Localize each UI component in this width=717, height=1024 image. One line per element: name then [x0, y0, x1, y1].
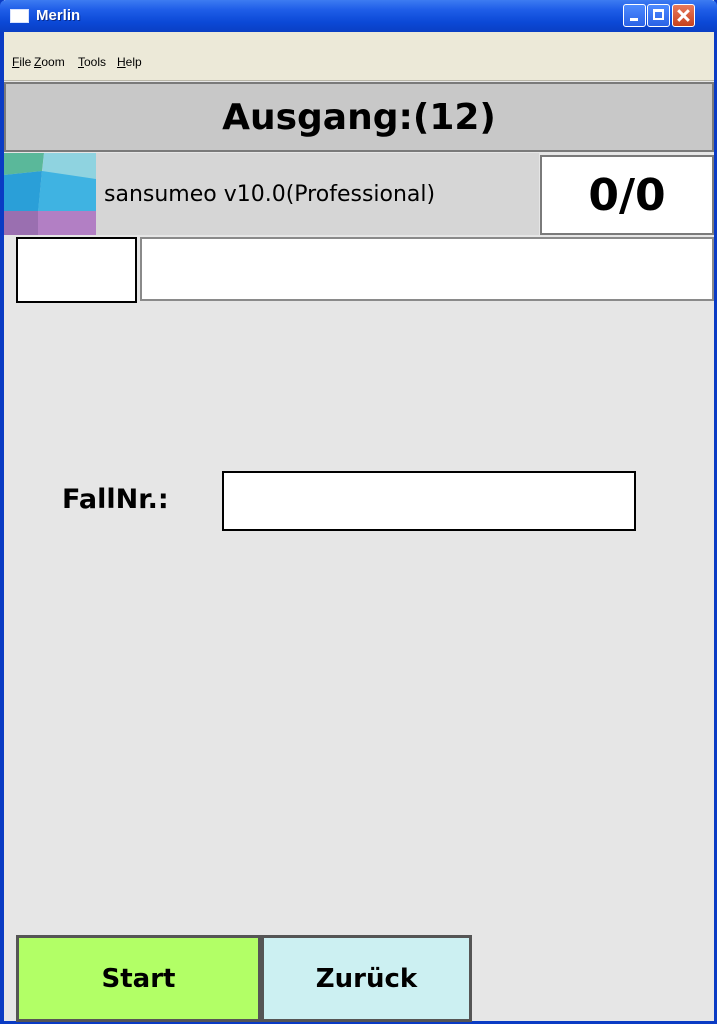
- counter-display: 0/0: [540, 155, 714, 235]
- minimize-button[interactable]: [623, 4, 646, 27]
- menu-file[interactable]: File: [12, 55, 31, 69]
- app-logo: [4, 153, 96, 235]
- window-icon: [10, 9, 29, 23]
- minimize-icon: [630, 18, 638, 21]
- menu-bar: File Zoom Tools Help: [4, 32, 714, 81]
- window-title: Merlin: [36, 7, 81, 24]
- page-header: Ausgang:(12): [4, 82, 714, 152]
- fallnr-input[interactable]: [222, 471, 636, 531]
- close-icon: [673, 5, 694, 26]
- menu-tools[interactable]: Tools: [78, 55, 106, 69]
- info-field[interactable]: [140, 237, 714, 301]
- close-button[interactable]: [672, 4, 695, 27]
- app-version-label: sansumeo v10.0(Professional): [96, 153, 539, 235]
- menu-help[interactable]: Help: [117, 55, 142, 69]
- page-title: Ausgang:(12): [222, 96, 496, 138]
- maximize-icon: [653, 9, 664, 20]
- title-bar[interactable]: Merlin: [0, 0, 717, 32]
- small-input-box[interactable]: [16, 237, 137, 303]
- fallnr-label: FallNr.:: [62, 484, 169, 515]
- maximize-button[interactable]: [647, 4, 670, 27]
- menu-zoom[interactable]: Zoom: [34, 55, 65, 69]
- back-button[interactable]: Zurück: [261, 935, 472, 1022]
- start-button[interactable]: Start: [16, 935, 261, 1022]
